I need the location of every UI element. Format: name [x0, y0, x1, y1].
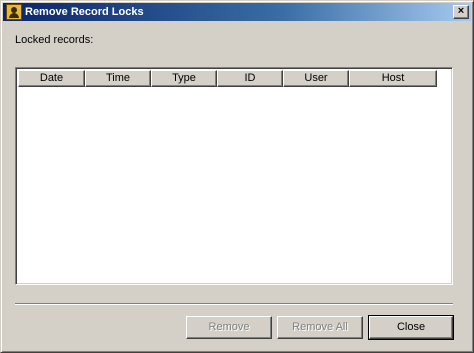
title-bar[interactable]: Remove Record Locks ×: [3, 3, 471, 21]
remove-all-button[interactable]: Remove All: [277, 316, 363, 339]
column-header-id[interactable]: ID: [217, 70, 283, 87]
list-header: Date Time Type ID User Host: [18, 70, 437, 87]
column-header-type[interactable]: Type: [151, 70, 217, 87]
user-lock-icon: [6, 4, 22, 20]
locked-records-list[interactable]: Date Time Type ID User Host: [15, 67, 453, 285]
column-header-date[interactable]: Date: [18, 70, 85, 87]
window-title: Remove Record Locks: [25, 6, 144, 18]
locked-records-label: Locked records:: [15, 34, 94, 46]
column-header-user[interactable]: User: [283, 70, 349, 87]
column-header-host[interactable]: Host: [349, 70, 437, 87]
app-icon-body: [9, 13, 19, 18]
remove-button[interactable]: Remove: [186, 316, 272, 339]
close-icon[interactable]: ×: [453, 5, 469, 19]
close-button[interactable]: Close: [368, 315, 454, 340]
remove-record-locks-dialog: Remove Record Locks × Locked records: Da…: [0, 0, 474, 353]
separator: [15, 303, 453, 305]
column-header-time[interactable]: Time: [85, 70, 151, 87]
